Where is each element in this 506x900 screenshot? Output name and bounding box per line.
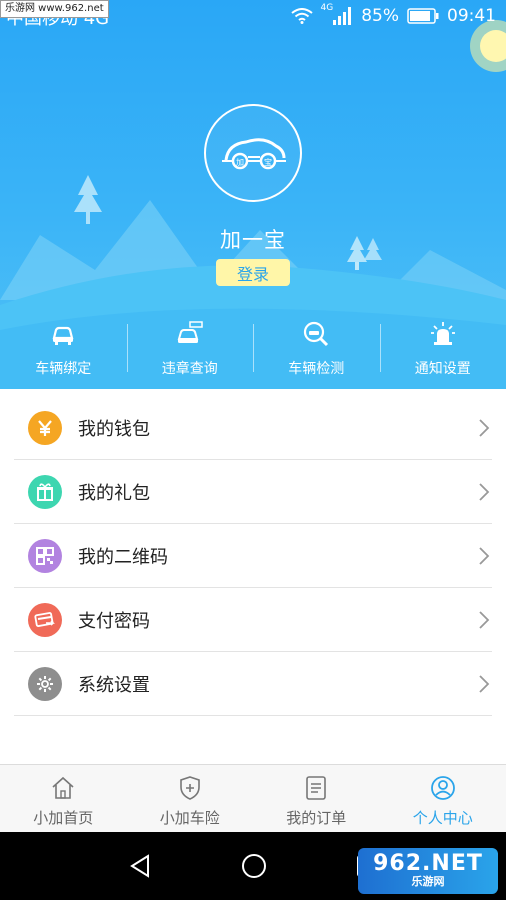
home-icon <box>52 776 74 799</box>
app-name: 加一宝 <box>220 228 286 252</box>
battery-icon <box>407 8 439 24</box>
tab-label: 小加车险 <box>159 809 220 827</box>
tab-label: 小加首页 <box>33 809 94 827</box>
quick-action-label: 通知设置 <box>414 361 471 377</box>
menu-item-wallet[interactable]: 我的钱包 <box>14 396 492 460</box>
menu-list: 我的钱包 我的礼包 我的二维码 支付密码 系统设置 <box>0 396 506 716</box>
back-icon[interactable] <box>126 852 154 880</box>
quick-action-inspect[interactable]: 车辆检测 <box>253 318 380 380</box>
tab-orders[interactable]: 我的订单 <box>253 765 380 832</box>
quick-action-notify[interactable]: 通知设置 <box>379 318 506 380</box>
menu-item-qrcode[interactable]: 我的二维码 <box>14 524 492 588</box>
chevron-right-icon <box>479 547 490 565</box>
yen-icon <box>28 410 62 445</box>
site-logo-watermark: 962.NET 乐游网 <box>358 848 498 894</box>
bottom-tab-bar: 小加首页 小加车险 我的订单 个人中心 <box>0 764 506 832</box>
profile-header: 中国移动 4G 乐游网 www.962.net 4G 85% 09:41 加 宝… <box>0 0 506 389</box>
user-icon <box>430 776 455 800</box>
payment-card-icon <box>28 602 62 637</box>
menu-item-gift[interactable]: 我的礼包 <box>14 460 492 524</box>
signal-icon <box>333 7 352 25</box>
watermark-small-text: 乐游网 <box>411 875 445 888</box>
car-logo-icon: 加 宝 <box>222 138 286 170</box>
quick-actions: 车辆绑定 违章查询 车辆检测 通知设置 <box>0 318 506 380</box>
menu-item-label: 系统设置 <box>78 674 150 696</box>
quick-action-label: 违章查询 <box>161 361 218 377</box>
chevron-right-icon <box>479 675 490 693</box>
wifi-icon <box>290 8 313 24</box>
car-inspect-icon <box>304 321 329 347</box>
network-type: 4G <box>320 3 334 13</box>
tab-home[interactable]: 小加首页 <box>0 765 127 832</box>
chevron-right-icon <box>479 419 490 437</box>
logo-char-left: 加 <box>236 157 244 167</box>
clock: 09:41 <box>447 6 496 26</box>
tab-profile[interactable]: 个人中心 <box>380 765 506 832</box>
status-bar: 中国移动 4G 乐游网 www.962.net 4G 85% 09:41 <box>0 0 506 36</box>
quick-action-label: 车辆绑定 <box>35 361 92 377</box>
qr-code-icon <box>28 538 62 573</box>
gift-icon <box>28 474 62 509</box>
site-watermark: 乐游网 www.962.net <box>0 0 109 18</box>
alarm-light-icon <box>430 322 455 345</box>
battery-percent: 85% <box>361 6 399 26</box>
quick-action-violation[interactable]: 违章查询 <box>126 318 254 380</box>
menu-item-label: 我的二维码 <box>78 546 168 568</box>
tab-label: 个人中心 <box>412 809 473 827</box>
violation-car-icon <box>177 321 203 343</box>
order-list-icon <box>306 776 327 800</box>
shield-plus-icon <box>179 776 200 800</box>
quick-action-vehicle-bind[interactable]: 车辆绑定 <box>0 318 127 380</box>
gear-icon <box>28 666 62 701</box>
watermark-big-text: 962.NET <box>373 851 483 876</box>
quick-action-label: 车辆检测 <box>288 361 345 377</box>
avatar[interactable]: 加 宝 <box>204 104 302 202</box>
car-icon <box>52 326 74 345</box>
chevron-right-icon <box>479 611 490 629</box>
login-button[interactable]: 登录 <box>216 259 290 286</box>
menu-item-label: 支付密码 <box>78 610 150 632</box>
menu-item-settings[interactable]: 系统设置 <box>14 652 492 716</box>
system-nav-bar: 962.NET 乐游网 <box>0 832 506 900</box>
home-circle-icon[interactable] <box>240 852 268 880</box>
menu-item-pay-password[interactable]: 支付密码 <box>14 588 492 652</box>
tab-insurance[interactable]: 小加车险 <box>127 765 254 832</box>
chevron-right-icon <box>479 483 490 501</box>
menu-item-label: 我的礼包 <box>78 482 150 504</box>
tab-label: 我的订单 <box>286 809 347 827</box>
menu-item-label: 我的钱包 <box>78 418 150 440</box>
logo-char-right: 宝 <box>264 157 272 167</box>
